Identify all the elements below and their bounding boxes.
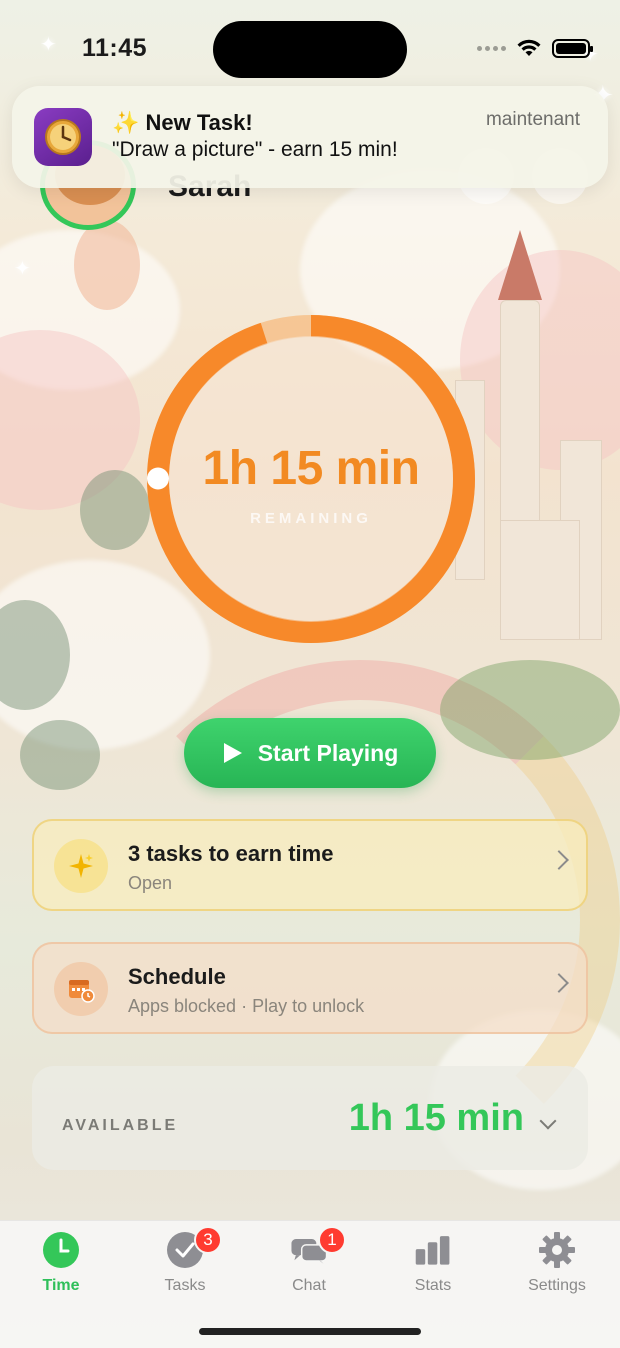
clock-icon — [42, 1231, 80, 1269]
tasks-card[interactable]: 3 tasks to earn time Open — [32, 819, 588, 911]
status-icons — [477, 38, 593, 58]
start-playing-label: Start Playing — [257, 739, 399, 766]
chevron-right-icon — [549, 850, 569, 870]
wifi-icon — [517, 39, 541, 56]
calendar-clock-icon — [54, 962, 108, 1016]
tab-label: Time — [42, 1277, 80, 1294]
tasks-card-title: 3 tasks to earn time — [128, 841, 334, 866]
dynamic-island — [213, 21, 407, 78]
start-playing-button[interactable]: Start Playing — [184, 718, 436, 788]
tab-label: Tasks — [164, 1277, 206, 1294]
tab-settings[interactable]: Settings — [507, 1231, 607, 1295]
available-value: 1h 15 min — [348, 1097, 524, 1139]
chat-bubbles-icon: 1 — [290, 1226, 346, 1269]
cellular-signal-icon — [477, 45, 506, 51]
available-label: AVAILABLE — [62, 1117, 179, 1134]
sparkles-icon — [54, 839, 108, 893]
tab-label: Settings — [528, 1277, 586, 1294]
chevron-down-icon[interactable] — [539, 1112, 557, 1130]
battery-icon — [552, 38, 593, 58]
notification-time: maintenant — [485, 109, 580, 130]
timer-progress-knob — [147, 467, 170, 490]
tab-tasks[interactable]: 3 Tasks — [135, 1226, 235, 1295]
notification-banner[interactable]: ✨ New Task! "Draw a picture" - earn 15 m… — [12, 86, 608, 188]
tab-label: Stats — [414, 1277, 452, 1294]
schedule-card[interactable]: Schedule Apps blocked · Play to unlock — [32, 942, 588, 1034]
tab-chat[interactable]: 1 Chat — [259, 1226, 359, 1295]
home-indicator[interactable] — [199, 1328, 421, 1335]
chat-badge: 1 — [318, 1226, 346, 1254]
tab-label: Chat — [292, 1277, 326, 1294]
play-icon — [223, 743, 242, 763]
tasks-badge: 3 — [194, 1226, 222, 1254]
tasks-card-subtitle: Open — [128, 873, 173, 893]
clock-app-icon — [34, 108, 92, 166]
bar-chart-icon — [414, 1231, 452, 1269]
notification-title: ✨ New Task! — [112, 110, 253, 135]
notification-body: "Draw a picture" - earn 15 min! — [112, 138, 398, 161]
schedule-card-title: Schedule — [128, 964, 226, 989]
checkmark-circle-icon: 3 — [166, 1226, 222, 1269]
tab-stats[interactable]: Stats — [383, 1231, 483, 1295]
timer-ring: 1h 15 min REMAINING — [146, 313, 476, 645]
schedule-card-subtitle: Apps blocked · Play to unlock — [128, 996, 365, 1016]
gear-icon — [538, 1231, 576, 1269]
chevron-right-icon — [549, 973, 569, 993]
status-bar-time: 11:45 — [82, 34, 148, 62]
tab-time[interactable]: Time — [11, 1231, 111, 1295]
available-time-panel[interactable]: AVAILABLE 1h 15 min — [32, 1066, 588, 1170]
